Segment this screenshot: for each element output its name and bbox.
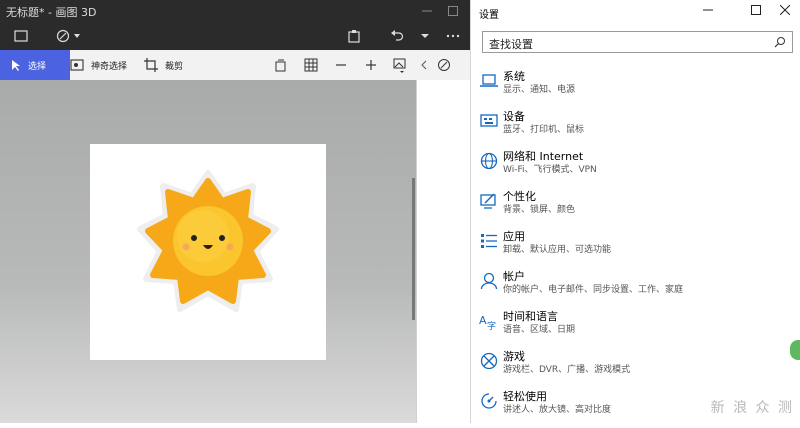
sticker-icon[interactable] bbox=[436, 57, 452, 73]
settings-item-personalization[interactable]: 个性化 背景、锁屏、颜色 bbox=[471, 188, 800, 228]
settings-item-desc: 蓝牙、打印机、鼠标 bbox=[503, 125, 585, 135]
history-dropdown-icon[interactable] bbox=[418, 27, 432, 45]
magic-select-button[interactable]: 神奇选择 bbox=[70, 50, 127, 80]
settings-item-desc: Wi-Fi、飞行模式、VPN bbox=[503, 165, 597, 175]
svg-text:A: A bbox=[479, 314, 487, 327]
magic-select-icon bbox=[70, 59, 84, 71]
settings-item-desc: 你的帐户、电子邮件、同步设置、工作、家庭 bbox=[503, 285, 684, 295]
settings-item-desc: 讲述人、放大镜、高对比度 bbox=[503, 405, 612, 415]
rotate-icon[interactable] bbox=[273, 57, 289, 73]
brushes-icon[interactable] bbox=[56, 27, 82, 45]
select-button[interactable]: 选择 bbox=[0, 50, 70, 80]
paint-side-panel bbox=[416, 80, 470, 423]
undo-icon[interactable] bbox=[388, 27, 406, 45]
sun-sticker bbox=[137, 170, 279, 312]
settings-window: 设置 查找设置 系统 显示、通知、电源 设备 蓝牙、打印机、鼠标 网络和 Int… bbox=[470, 0, 800, 423]
maximize-icon[interactable] bbox=[743, 2, 769, 18]
xbox-icon bbox=[479, 351, 499, 371]
collapse-panel-icon[interactable] bbox=[416, 57, 432, 73]
minimize-icon[interactable] bbox=[695, 2, 721, 18]
grid-icon[interactable] bbox=[303, 57, 319, 73]
minimize-icon[interactable] bbox=[418, 2, 436, 20]
settings-item-accounts[interactable]: 帐户 你的帐户、电子邮件、同步设置、工作、家庭 bbox=[471, 268, 800, 308]
settings-item-desc: 背景、锁屏、颜色 bbox=[503, 205, 576, 215]
settings-item-devices[interactable]: 设备 蓝牙、打印机、鼠标 bbox=[471, 108, 800, 148]
svg-text:字: 字 bbox=[487, 320, 496, 331]
crop-label: 裁剪 bbox=[165, 61, 184, 72]
maximize-icon[interactable] bbox=[444, 2, 462, 20]
canvas-area bbox=[0, 80, 416, 423]
more-icon[interactable] bbox=[444, 27, 462, 45]
settings-item-desc: 游戏栏、DVR、广播、游戏模式 bbox=[503, 365, 631, 375]
canvas-scrollbar[interactable] bbox=[412, 178, 415, 320]
brush-icon bbox=[479, 191, 499, 211]
close-icon[interactable] bbox=[772, 2, 798, 18]
settings-item-gaming[interactable]: 游戏 游戏栏、DVR、广播、游戏模式 bbox=[471, 348, 800, 388]
menu-icon[interactable] bbox=[12, 27, 30, 45]
zoom-out-icon[interactable] bbox=[333, 57, 349, 73]
search-icon[interactable] bbox=[774, 36, 786, 48]
paint-titlebar: 无标题* - 画图 3D bbox=[0, 0, 470, 22]
paint3d-window: 无标题* - 画图 3D 选择 神奇选择 裁剪 bbox=[0, 0, 470, 423]
search-placeholder: 查找设置 bbox=[489, 38, 533, 51]
paint-title: 无标题* - 画图 3D bbox=[6, 6, 97, 19]
crop-button[interactable]: 裁剪 bbox=[144, 50, 183, 80]
settings-item-time-language[interactable]: A字 时间和语言 语音、区域、日期 bbox=[471, 308, 800, 348]
settings-item-network[interactable]: 网络和 Internet Wi-Fi、飞行模式、VPN bbox=[471, 148, 800, 188]
settings-item-desc: 显示、通知、电源 bbox=[503, 85, 576, 95]
select-label: 选择 bbox=[28, 61, 47, 72]
paint-ribbon: 选择 神奇选择 裁剪 bbox=[0, 50, 470, 80]
panel-divider bbox=[416, 80, 417, 423]
settings-item-apps[interactable]: 应用 卸载、默认应用、可选功能 bbox=[471, 228, 800, 268]
settings-title: 设置 bbox=[479, 10, 499, 21]
person-icon bbox=[479, 271, 499, 291]
view-options-icon[interactable] bbox=[393, 57, 415, 73]
settings-item-desc: 卸载、默认应用、可选功能 bbox=[503, 245, 612, 255]
cursor-icon bbox=[12, 60, 20, 71]
edge-handle[interactable] bbox=[790, 340, 800, 360]
laptop-icon bbox=[479, 71, 499, 91]
ease-of-access-icon bbox=[479, 391, 499, 411]
watermark: 新 浪 众 测 bbox=[710, 400, 794, 416]
magic-select-label: 神奇选择 bbox=[91, 61, 128, 72]
time-language-icon: A字 bbox=[479, 311, 499, 331]
keyboard-icon bbox=[479, 111, 499, 131]
settings-item-desc: 语音、区域、日期 bbox=[503, 325, 576, 335]
settings-search-input[interactable]: 查找设置 bbox=[482, 31, 793, 53]
paste-icon[interactable] bbox=[345, 27, 363, 45]
globe-icon bbox=[479, 151, 499, 171]
apps-list-icon bbox=[479, 231, 499, 251]
crop-icon bbox=[144, 58, 158, 72]
paint-toolbar bbox=[0, 22, 470, 50]
zoom-in-icon[interactable] bbox=[363, 57, 379, 73]
drawing-canvas[interactable] bbox=[90, 144, 326, 360]
settings-item-system[interactable]: 系统 显示、通知、电源 bbox=[471, 68, 800, 108]
